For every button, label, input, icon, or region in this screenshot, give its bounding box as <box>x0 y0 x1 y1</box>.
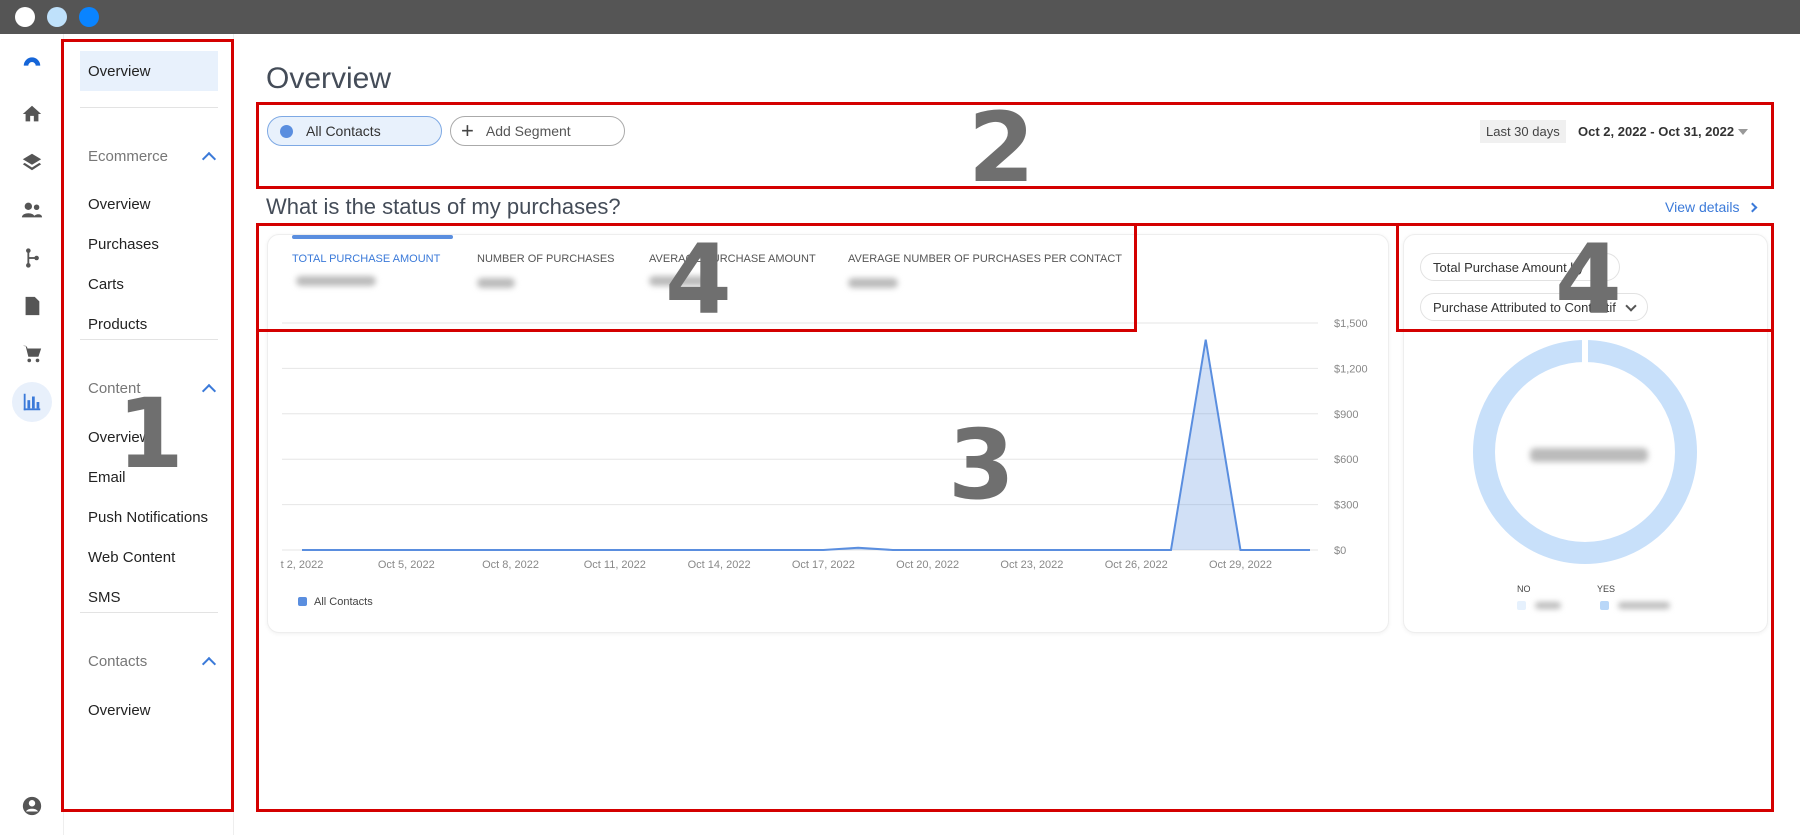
annotation-number-1: 1 <box>117 378 184 490</box>
series-line <box>302 339 1310 551</box>
window-titlebar <box>0 0 1800 34</box>
people-icon[interactable] <box>12 190 52 230</box>
subnav-push-notifications[interactable]: Push Notifications <box>80 497 218 537</box>
subnav-sms[interactable]: SMS <box>80 577 218 617</box>
divider <box>80 107 218 108</box>
add-segment-button[interactable]: + Add Segment <box>450 116 625 146</box>
metric-tab-total-purchase-amount[interactable]: TOTAL PURCHASE AMOUNT <box>292 253 440 265</box>
view-details-label: View details <box>1665 199 1740 215</box>
x-tick-label: Oct 17, 2022 <box>792 559 855 571</box>
subnav-contacts-overview[interactable]: Overview <box>80 690 218 730</box>
y-tick-label: $1,500 <box>1334 318 1368 330</box>
legend-swatch-yes <box>1600 601 1609 610</box>
segment-label: All Contacts <box>306 123 381 139</box>
legend-value-redacted <box>1618 602 1670 609</box>
subnav-purchases[interactable]: Purchases <box>80 224 218 264</box>
chevron-up-icon <box>201 151 217 166</box>
segment-dot-icon <box>280 124 293 138</box>
active-metric-indicator <box>292 235 453 239</box>
window-close-dot[interactable] <box>15 7 35 27</box>
plus-icon: + <box>461 118 474 143</box>
section-label: Contacts <box>88 652 148 670</box>
donut-legend-yes: YES <box>1597 584 1616 594</box>
cart-icon[interactable] <box>12 334 52 374</box>
x-tick-label: Oct 23, 2022 <box>1000 559 1063 571</box>
flow-icon[interactable] <box>12 238 52 278</box>
metric-tab-number-of-purchases[interactable]: NUMBER OF PURCHASES <box>477 253 615 265</box>
view-details-link[interactable]: View details <box>1665 199 1758 215</box>
subnav-carts[interactable]: Carts <box>80 264 218 304</box>
account-icon[interactable] <box>12 786 52 826</box>
section-question: What is the status of my purchases? <box>266 194 621 219</box>
legend-label-all-contacts: All Contacts <box>314 596 373 608</box>
purchases-area-chart: $0 $300 $600 $900 $1,200 $1,500 t 2, 2022 Oct 5… <box>281 318 1368 608</box>
section-ecommerce[interactable]: Ecommerce <box>88 144 218 168</box>
x-tick-label: Oct 8, 2022 <box>482 559 539 571</box>
document-icon[interactable] <box>12 286 52 326</box>
divider <box>80 612 218 613</box>
x-tick-label: t 2, 2022 <box>281 559 324 571</box>
donut-center-value-redacted <box>1530 448 1648 462</box>
metric-value-redacted <box>296 276 376 286</box>
subnav-ecommerce-overview[interactable]: Overview <box>80 184 218 224</box>
chevron-up-icon <box>201 383 217 398</box>
x-tick-label: Oct 20, 2022 <box>896 559 959 571</box>
icon-rail <box>0 34 64 835</box>
date-range-picker[interactable]: Oct 2, 2022 - Oct 31, 2022 <box>1578 124 1734 139</box>
window-minimize-dot[interactable] <box>47 7 67 27</box>
segment-all-contacts[interactable]: All Contacts <box>267 116 442 146</box>
legend-value-redacted <box>1535 602 1561 609</box>
y-tick-label: $0 <box>1334 545 1346 557</box>
y-tick-label: $1,200 <box>1334 363 1368 375</box>
donut-legend-no: NO <box>1517 584 1531 594</box>
date-preset-badge[interactable]: Last 30 days <box>1480 120 1566 143</box>
x-tick-label: Oct 11, 2022 <box>584 559 646 571</box>
chart-icon[interactable] <box>12 382 52 422</box>
metric-value-redacted <box>477 278 515 288</box>
annotation-number-4a: 4 <box>665 224 732 336</box>
subnav-products[interactable]: Products <box>80 304 218 344</box>
metric-tab-average-purchases-per-contact[interactable]: AVERAGE NUMBER OF PURCHASES PER CONTACT <box>848 253 1122 265</box>
chevron-up-icon <box>201 656 217 671</box>
layers-icon[interactable] <box>12 142 52 182</box>
window-maximize-dot[interactable] <box>79 7 99 27</box>
annotation-number-2: 2 <box>968 92 1035 204</box>
x-tick-label: Oct 26, 2022 <box>1105 559 1168 571</box>
add-segment-label: Add Segment <box>485 123 571 139</box>
section-label: Ecommerce <box>88 147 169 165</box>
legend-swatch-all-contacts <box>298 597 307 606</box>
home-icon[interactable] <box>12 94 52 134</box>
series-area <box>302 339 1310 550</box>
chevron-down-icon <box>1625 300 1637 312</box>
chevron-right-icon <box>1748 202 1758 212</box>
x-tick-label: Oct 29, 2022 <box>1209 559 1272 571</box>
subnav-overview[interactable]: Overview <box>80 51 218 91</box>
logo-icon[interactable] <box>12 42 52 82</box>
legend-swatch-no <box>1517 601 1526 610</box>
annotation-number-4b: 4 <box>1555 224 1622 336</box>
metric-value-redacted <box>848 278 898 288</box>
subnav-web-content[interactable]: Web Content <box>80 537 218 577</box>
y-tick-label: $600 <box>1334 454 1358 466</box>
y-tick-label: $300 <box>1334 500 1358 512</box>
x-tick-label: Oct 14, 2022 <box>688 559 751 571</box>
y-tick-label: $900 <box>1334 409 1358 421</box>
annotation-number-3: 3 <box>948 409 1015 521</box>
page-title: Overview <box>266 62 392 95</box>
x-tick-label: Oct 5, 2022 <box>378 559 435 571</box>
caret-down-icon[interactable] <box>1738 129 1748 135</box>
section-contacts[interactable]: Contacts <box>88 649 218 673</box>
divider <box>80 339 218 340</box>
